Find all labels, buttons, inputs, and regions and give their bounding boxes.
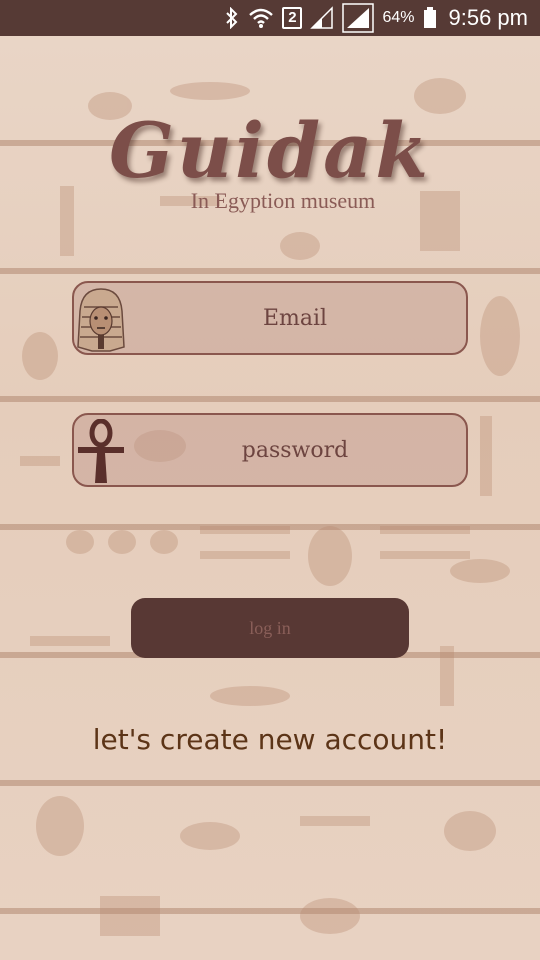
signal-icon-2 (342, 3, 375, 33)
app-tagline: In Egyption museum (190, 188, 376, 213)
bluetooth-icon (224, 7, 240, 29)
password-placeholder: password (241, 437, 349, 463)
clock: 9:56 pm (448, 5, 529, 30)
battery-icon (423, 7, 437, 29)
email-placeholder: Email (262, 305, 328, 331)
wifi-icon (248, 7, 274, 29)
battery-percent: 64% (382, 9, 415, 26)
email-field[interactable]: Email (72, 281, 468, 355)
password-field[interactable]: password (72, 413, 468, 487)
sim-2-indicator: 2 (282, 7, 303, 29)
login-screen: Guidak In Egyption museum Email password (0, 36, 540, 960)
app-logo: Guidak (108, 106, 432, 195)
login-button[interactable]: log in (131, 598, 409, 658)
status-bar: 2 64% 9:56 pm (0, 0, 540, 36)
create-account-link[interactable]: let's create new account! (0, 723, 540, 756)
signal-icon (310, 6, 334, 30)
